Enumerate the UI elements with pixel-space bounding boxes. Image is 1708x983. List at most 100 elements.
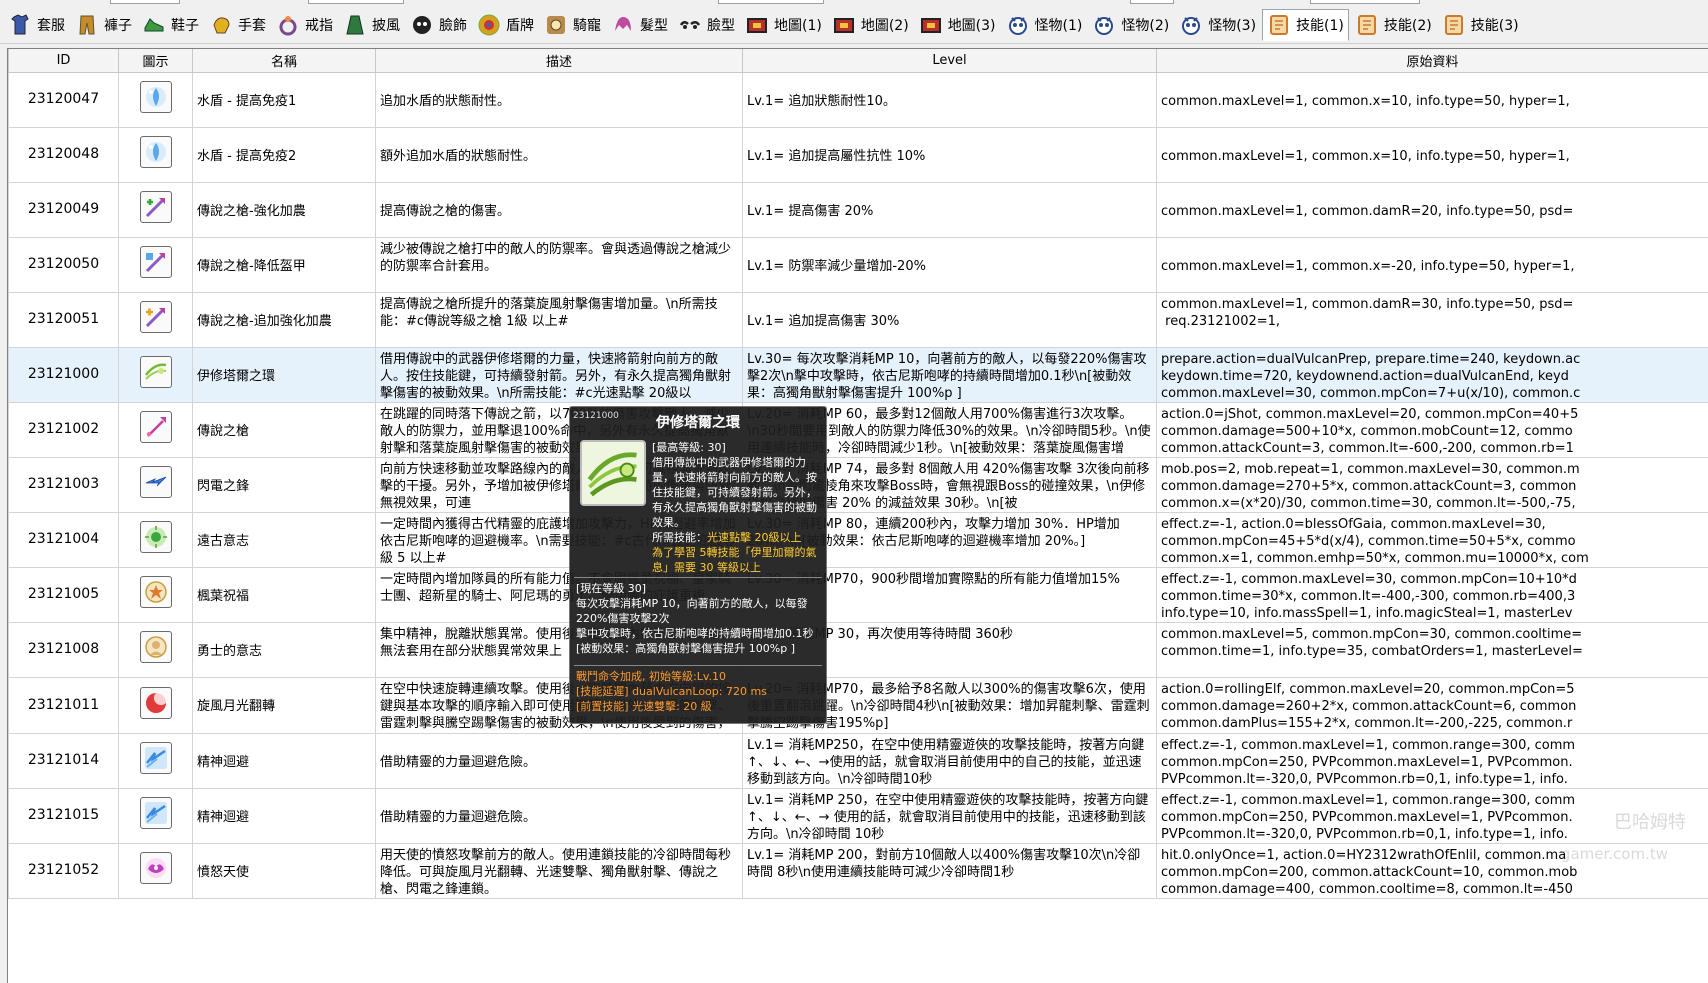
tab-label: 臉飾 [439,17,467,34]
tab-label: 披風 [372,17,400,34]
tab-label: 技能(3) [1470,17,1519,34]
tab-monster-16[interactable]: 怪物(3) [1175,9,1260,41]
column-header-level[interactable]: Level [742,49,1157,73]
cell-raw-data: effect.z=-1, common.maxLevel=1, common.r… [1156,732,1708,789]
table-row[interactable]: 23121015 精神迴避 借助精靈的力量迴避危險。 Lv.1= 消耗MP 250，在… [8,787,1708,844]
tab-label: 地圖(3) [947,17,996,34]
table-header-row: ID 圖示 名稱 描述 Level 原始資料 [8,49,1708,73]
top-field[interactable] [308,0,404,4]
mount-icon [543,12,569,38]
tooltip-required-label: 所需技能： [652,531,707,544]
category-tab-bar: 套服 褲子 鞋子 手套 戒指 披風 臉飾 盾牌 騎寵 髮型 臉型 地圖(1) 地圖(2) 地圖(3) 怪物(… [0,6,1708,44]
tab-skill-book-18[interactable]: 技能(2) [1351,9,1436,41]
skill-table: ID 圖示 名稱 描述 Level 原始資料 23120047 水盾 - 提高免疫… [8,49,1708,899]
table-row[interactable]: 23120048 水盾 - 提高免疫2 額外追加水盾的狀態耐性。 Lv.1= 追加提高… [8,126,1708,183]
cell-raw-data-text: action.0=rollingElf, common.maxLevel=20,… [1161,681,1577,731]
table-row[interactable]: 23121005 楓葉祝福 一定時間內增加隊員的所有能力值。不會跟楓葉祝福、皇家騎士… [8,566,1708,623]
table-row[interactable]: 23120049 傳說之槍-強化加農 提高傳說之槍的傷害。 Lv.1= 提高傷害 20… [8,181,1708,238]
cell-name: 傳說之槍 [192,401,376,458]
table-row[interactable]: 23121002 傳說之槍 在跳躍的同時落下傳說之箭，以700%的傷害攻擊敵人，減少… [8,401,1708,458]
map-icon [744,12,770,38]
cell-id: 23121011 [8,676,119,734]
column-header-icon[interactable]: 圖示 [118,49,193,73]
spirit-dodge-icon [139,797,172,829]
spirit-dodge-icon [139,742,172,774]
cell-raw-data-text: prepare.action=dualVulcanPrep, prepare.t… [1161,351,1581,401]
top-field[interactable] [1130,0,1174,4]
tab-label: 怪物(3) [1208,17,1257,34]
tab-shoes-2[interactable]: 鞋子 [138,9,203,41]
maple-blessing-icon [139,576,172,608]
cell-icon [118,456,193,513]
cell-icon [118,181,193,238]
table-row[interactable]: 23121003 閃電之鋒 向前方快速移動並攻擊路線內的敵人，移動時可無視與受到攻擊… [8,456,1708,513]
tooltip-combat-orders: 戰鬥命令加成, 初始等級:Lv.10 [576,670,726,683]
cell-description: 減少被傳說之槍打中的敵人的防禦率。會與透過傳說之槍減少的防禦率合計套用。 [375,236,743,293]
tab-label: 鞋子 [171,17,199,34]
table-row[interactable]: 23121011 旋風月光翻轉 在空中快速旋轉連續攻擊。使用後一定時間內藉由方向鍵的… [8,676,1708,734]
pants-icon [74,12,100,38]
top-field[interactable] [1310,0,1420,4]
cell-id: 23120050 [8,236,119,293]
column-header-raw-data[interactable]: 原始資料 [1156,49,1708,73]
tab-cape-5[interactable]: 披風 [339,9,404,41]
column-header-description[interactable]: 描述 [375,49,743,73]
tab-label: 盾牌 [506,17,534,34]
table-row[interactable]: 23121014 精神迴避 借助精靈的力量迴避危險。 Lv.1= 消耗MP250，在空… [8,732,1708,789]
cell-raw-data-text: common.maxLevel=1, common.x=-20, info.ty… [1161,258,1575,274]
column-header-id[interactable]: ID [8,49,119,73]
tab-outfit-0[interactable]: 套服 [4,9,69,41]
tab-pants-1[interactable]: 褲子 [71,9,136,41]
top-field[interactable] [718,0,824,4]
tooltip-divider [574,665,822,666]
cell-id: 23121014 [8,732,119,789]
cell-raw-data-text: action.0=jShot, common.maxLevel=20, comm… [1161,406,1579,456]
tab-shield-7[interactable]: 盾牌 [473,9,538,41]
cell-name: 伊修塔爾之環 [192,346,376,403]
table-row[interactable]: 23121052 憤怒天使 用天使的憤怒攻擊前方的敵人。使用連鎖技能的冷卻時間每秒降… [8,842,1708,899]
table-row[interactable]: 23121004 遠古意志 一定時間內獲得古代精靈的庇護增加攻擊力，HP與迴避率增加… [8,511,1708,568]
tab-ring-4[interactable]: 戒指 [272,9,337,41]
tab-map-11[interactable]: 地圖(1) [741,9,826,41]
tab-mount-8[interactable]: 騎寵 [540,9,605,41]
cell-id: 23121002 [8,401,119,458]
table-row[interactable]: 23120051 傳說之槍-追加強化加農 提高傳說之槍所提升的落葉旋風射擊傷害增加量… [8,291,1708,348]
tab-gloves-3[interactable]: 手套 [205,9,270,41]
tab-monster-14[interactable]: 怪物(1) [1002,9,1087,41]
cell-icon [118,236,193,293]
tab-monster-15[interactable]: 怪物(2) [1088,9,1173,41]
top-field[interactable] [110,0,180,4]
cell-raw-data: common.maxLevel=5, common.mpCon=30, comm… [1156,621,1708,678]
tab-face-10[interactable]: 臉型 [674,9,739,41]
tab-skill-book-19[interactable]: 技能(3) [1438,9,1523,41]
hero-will-icon [139,631,172,663]
tab-face-accessory-6[interactable]: 臉飾 [406,9,471,41]
tooltip-max-level: [最高等級: 30] [652,441,726,454]
tooltip-skill-name: 伊修塔爾之環 [656,415,740,431]
cell-icon [118,621,193,678]
cell-description-text: 借助精靈的力量迴避危險。 [380,754,537,770]
water-shield-icon [139,136,172,168]
tab-hair-9[interactable]: 髮型 [607,9,672,41]
cell-icon [118,71,193,128]
tab-skill-book-17[interactable]: 技能(1) [1262,8,1349,41]
cell-raw-data: common.maxLevel=1, common.damR=20, info.… [1156,181,1708,238]
map-icon [831,12,857,38]
table-row[interactable]: 23120047 水盾 - 提高免疫1 追加水盾的狀態耐性。 Lv.1= 追加狀態耐性… [8,71,1708,128]
ishtar-ring-large-icon [580,440,646,506]
skill-tooltip: 23121000 伊修塔爾之環 [最高等級: 30] 借用傳說中的武器伊修塔爾的… [569,406,827,724]
tab-map-12[interactable]: 地圖(2) [828,9,913,41]
tab-label: 技能(1) [1296,17,1344,34]
tab-label: 套服 [37,17,65,34]
table-row[interactable]: 23121000 伊修塔爾之環 借用傳說中的武器伊修塔爾的力量，快速將箭射向前方的敵… [8,346,1708,403]
cell-description-text: 借助精靈的力量迴避危險。 [380,809,537,825]
tooltip-body: [最高等級: 30] 借用傳說中的武器伊修塔爾的力量，快速將箭射向前方的敵人。按… [652,440,822,575]
cell-level: Lv.1= 追加提高傷害 30% [742,291,1157,348]
cell-id: 23120049 [8,181,119,238]
table-row[interactable]: 23120050 傳說之槍-降低盔甲 減少被傳說之槍打中的敵人的防禦率。會與透過傳說… [8,236,1708,293]
tab-label: 褲子 [104,17,132,34]
table-row[interactable]: 23121008 勇士的意志 集中精神，脫離狀態異常。使用後一定時間內無法再次使用。… [8,621,1708,678]
tooltip-required-skill: 所需技能：光速點擊 20級以上 [652,530,822,545]
tab-map-13[interactable]: 地圖(3) [915,9,1000,41]
column-header-name[interactable]: 名稱 [192,49,376,73]
